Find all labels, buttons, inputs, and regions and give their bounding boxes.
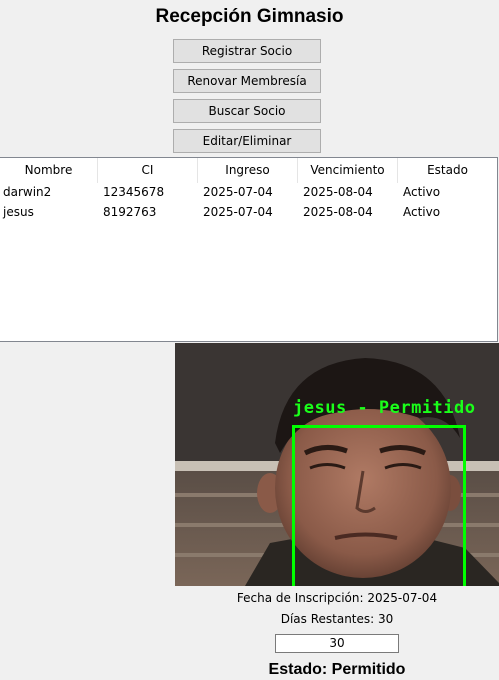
- status-label: Estado: Permitido: [268, 661, 406, 678]
- cell-estado: Activo: [403, 205, 441, 219]
- renew-membership-button[interactable]: Renovar Membresía: [173, 69, 321, 93]
- inscription-date-label: Fecha de Inscripción: 2025-07-04: [236, 591, 438, 605]
- cell-nombre: jesus: [3, 205, 34, 219]
- table-row[interactable]: jesus 8192763 2025-07-04 2025-08-04 Acti…: [0, 202, 497, 222]
- cell-ingreso: 2025-07-04: [203, 205, 273, 219]
- cell-ci: 8192763: [103, 205, 157, 219]
- members-table[interactable]: Nombre CI Ingreso Vencimiento Estado dar…: [0, 157, 498, 342]
- search-member-button[interactable]: Buscar Socio: [173, 99, 321, 123]
- app-title: Recepción Gimnasio: [155, 6, 344, 27]
- cell-ingreso: 2025-07-04: [203, 185, 273, 199]
- column-header-nombre[interactable]: Nombre: [0, 158, 98, 183]
- register-member-button[interactable]: Registrar Socio: [173, 39, 321, 63]
- column-header-ingreso[interactable]: Ingreso: [198, 158, 298, 183]
- cell-vencimiento: 2025-08-04: [303, 205, 373, 219]
- days-remaining-label: Días Restantes: 30: [280, 612, 394, 626]
- days-input[interactable]: 30: [275, 634, 399, 653]
- camera-feed: jesus - Permitido: [175, 343, 499, 586]
- cell-ci: 12345678: [103, 185, 165, 199]
- table-row[interactable]: darwin2 12345678 2025-07-04 2025-08-04 A…: [0, 182, 497, 202]
- column-header-estado[interactable]: Estado: [398, 158, 497, 183]
- cell-nombre: darwin2: [3, 185, 52, 199]
- column-header-vencimiento[interactable]: Vencimiento: [298, 158, 398, 183]
- face-detection-box: [292, 425, 466, 586]
- cell-estado: Activo: [403, 185, 441, 199]
- edit-delete-button[interactable]: Editar/Eliminar: [173, 129, 321, 153]
- cell-vencimiento: 2025-08-04: [303, 185, 373, 199]
- recognition-label: jesus - Permitido: [293, 398, 476, 418]
- column-header-ci[interactable]: CI: [98, 158, 198, 183]
- table-header: Nombre CI Ingreso Vencimiento Estado: [0, 158, 497, 183]
